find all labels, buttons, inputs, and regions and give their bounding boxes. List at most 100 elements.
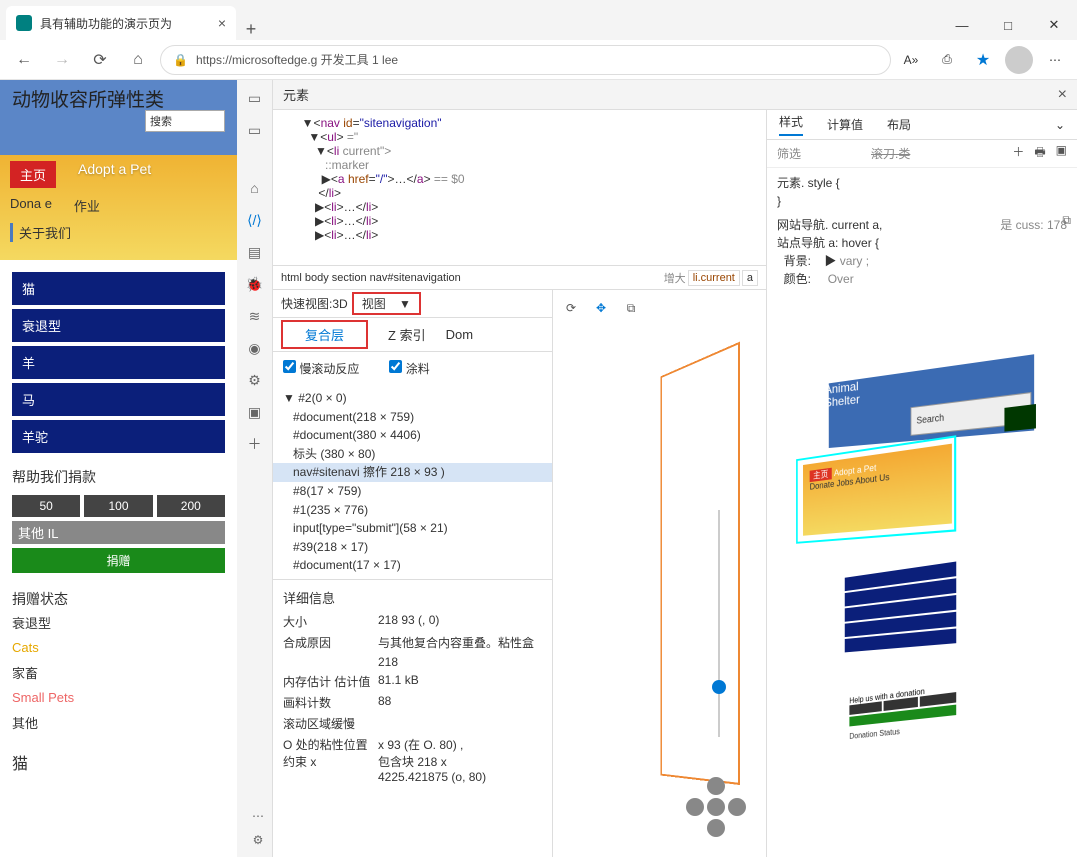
tab-composite[interactable]: 复合层 [281, 320, 368, 349]
forward-button: → [46, 44, 78, 76]
settings-icon[interactable]: ⚙ [253, 833, 264, 847]
devtools-close-icon[interactable]: × [1058, 86, 1067, 104]
box-icon[interactable]: ▣ [1056, 143, 1067, 164]
chk-paint[interactable]: 涂料 [389, 360, 429, 377]
back-button[interactable]: ← [8, 44, 40, 76]
sources-icon[interactable]: 🐞 [245, 274, 265, 294]
crumb-current[interactable]: li.current [688, 270, 740, 286]
favorite-icon[interactable]: ★ [969, 46, 997, 74]
hov-label[interactable]: 滚刀.类 [871, 145, 910, 162]
performance-icon[interactable]: ◉ [245, 338, 265, 358]
animal-item[interactable]: 羊 [12, 346, 225, 379]
donate-amount[interactable]: 200 [157, 495, 225, 517]
new-rule-icon[interactable]: ＋ [1012, 143, 1024, 164]
nav-about[interactable]: 关于我们 [10, 223, 71, 242]
more-icon[interactable]: ⋯ [252, 809, 264, 823]
elements-panel: ▼<nav id="sitenavigation" ▼<ul> =" ▼<li … [273, 110, 767, 857]
elements-tab[interactable]: 元素 [283, 85, 309, 104]
expand-icon[interactable]: ⌄ [1055, 118, 1065, 132]
status-item[interactable]: 家畜 [12, 659, 225, 686]
application-icon[interactable]: ▣ [245, 402, 265, 422]
status-heading: 捐赠状态 [12, 589, 225, 609]
tab-dom[interactable]: Dom [446, 327, 473, 342]
css-rules[interactable]: 元素. style { } 是 cuss: 178 网站导航. current … [767, 168, 1077, 294]
animal-item[interactable]: 衰退型 [12, 309, 225, 342]
donate-heading: 帮助我们捐款 [12, 467, 225, 487]
filter-input[interactable]: 筛选 [777, 145, 801, 162]
status-item[interactable]: Cats [12, 636, 225, 659]
browser-tab[interactable]: 具有辅助功能的演示页为 × [6, 6, 236, 40]
quick-view-header: 快速视图:3D 视图 ▼ ⧉ [273, 290, 552, 318]
memory-icon[interactable]: ⚙ [245, 370, 265, 390]
network-icon[interactable]: ≋ [245, 306, 265, 326]
popout-icon[interactable]: ⧉ [1062, 213, 1071, 228]
side-list: 猫 衰退型 羊 马 羊驼 帮助我们捐款 50 100 200 其他 IL 捐赠 … [0, 260, 237, 786]
donate-amount[interactable]: 100 [84, 495, 152, 517]
device-icon[interactable]: ▭ [245, 120, 265, 140]
zoom-slider[interactable] [718, 510, 720, 737]
home-button[interactable]: ⌂ [122, 44, 154, 76]
animal-item[interactable]: 猫 [12, 272, 225, 305]
3d-view-select[interactable]: 视图 ▼ [352, 292, 421, 315]
nav-jobs[interactable]: 作业 [74, 196, 100, 215]
elements-icon[interactable]: ⟨/⟩ [245, 210, 265, 230]
layer-tree[interactable]: ▼ #2(0 × 0) #document(218 × 759) #docume… [273, 385, 552, 579]
inspect-icon[interactable]: ▭ [245, 88, 265, 108]
tab-close-icon[interactable]: × [218, 15, 226, 31]
crumb-a[interactable]: a [742, 270, 758, 286]
other-amount[interactable]: 其他 IL [12, 521, 225, 544]
status-item[interactable]: 其他 [12, 709, 225, 736]
nav-adopt[interactable]: Adopt a Pet [78, 161, 151, 188]
devtools-tabs: 元素 × [273, 80, 1077, 110]
nav-donate[interactable]: Dona e [10, 196, 52, 215]
dom-tree[interactable]: ▼<nav id="sitenavigation" ▼<ul> =" ▼<li … [273, 110, 766, 265]
crumb-path[interactable]: html body section nav#sitenavigation [281, 272, 461, 284]
page-nav: 主页 Adopt a Pet Dona e 作业 关于我们 [0, 155, 237, 260]
page-content: 动物收容所弹性类 搜索 主页 Adopt a Pet Dona e 作业 关于我… [0, 80, 237, 857]
console-icon[interactable]: ▤ [245, 242, 265, 262]
layers-icon[interactable]: ⧉ [621, 298, 641, 318]
layer-details: 详细信息 大小218 93 (, 0) 合成原因与其他复合内容重叠。粘性盒 21… [273, 579, 552, 857]
pan-icon[interactable]: ✥ [591, 298, 611, 318]
profile-avatar[interactable] [1005, 46, 1033, 74]
translate-icon[interactable]: ⎙ [933, 46, 961, 74]
3d-viewer[interactable]: ⟳ ✥ ⧉ Animal Shelter Searchgo [553, 290, 766, 857]
print-icon[interactable]: 🖶 [1034, 143, 1045, 164]
donate-button[interactable]: 捐赠 [12, 548, 225, 573]
url-text: https://microsoftedge.g 开发工具 1 lee [196, 51, 398, 68]
more-tools-icon[interactable]: ＋ [245, 434, 265, 454]
maximize-button[interactable]: □ [985, 10, 1031, 40]
close-button[interactable]: ✕ [1031, 10, 1077, 40]
animal-item[interactable]: 羊驼 [12, 420, 225, 453]
donate-amount[interactable]: 50 [12, 495, 80, 517]
tab-zindex[interactable]: Z 索引 [388, 325, 426, 344]
search-label: 搜索 [146, 113, 176, 129]
reset-icon[interactable]: ⟳ [561, 298, 581, 318]
animal-item[interactable]: 马 [12, 383, 225, 416]
new-tab-button[interactable]: + [236, 19, 266, 40]
chk-slow[interactable]: 慢滚动反应 [283, 360, 359, 377]
read-aloud-icon[interactable]: A» [897, 46, 925, 74]
edge-icon [16, 15, 32, 31]
tab-styles[interactable]: 样式 [779, 113, 803, 136]
status-item[interactable]: 衰退型 [12, 609, 225, 636]
nav-home[interactable]: 主页 [10, 161, 56, 188]
nav-pad[interactable] [686, 777, 746, 837]
window-controls: — □ ✕ [939, 10, 1077, 40]
status-item[interactable]: Small Pets [12, 686, 225, 709]
welcome-icon[interactable]: ⌂ [245, 178, 265, 198]
minimize-button[interactable]: — [939, 10, 985, 40]
page-search[interactable]: 搜索 [145, 110, 225, 132]
tab-computed[interactable]: 计算值 [827, 116, 863, 133]
titlebar: 具有辅助功能的演示页为 × + — □ ✕ [0, 0, 1077, 40]
refresh-button[interactable]: ⟳ [84, 44, 116, 76]
breadcrumb[interactable]: html body section nav#sitenavigation 增大 … [273, 265, 766, 289]
details-heading: 详细信息 [283, 588, 542, 607]
url-box[interactable]: 🔒 https://microsoftedge.g 开发工具 1 lee [160, 45, 891, 75]
devtools-iconstrip: ▭ ▭ ⌂ ⟨/⟩ ▤ 🐞 ≋ ◉ ⚙ ▣ ＋ [237, 80, 273, 857]
lock-icon: 🔒 [173, 53, 188, 67]
tab-layout[interactable]: 布局 [887, 116, 911, 133]
address-bar: ← → ⟳ ⌂ 🔒 https://microsoftedge.g 开发工具 1… [0, 40, 1077, 80]
3d-left-panel: 快速视图:3D 视图 ▼ ⧉ 复合层 Z 索引 Dom 慢滚动反应 [273, 290, 553, 857]
more-button[interactable]: ⋯ [1041, 46, 1069, 74]
